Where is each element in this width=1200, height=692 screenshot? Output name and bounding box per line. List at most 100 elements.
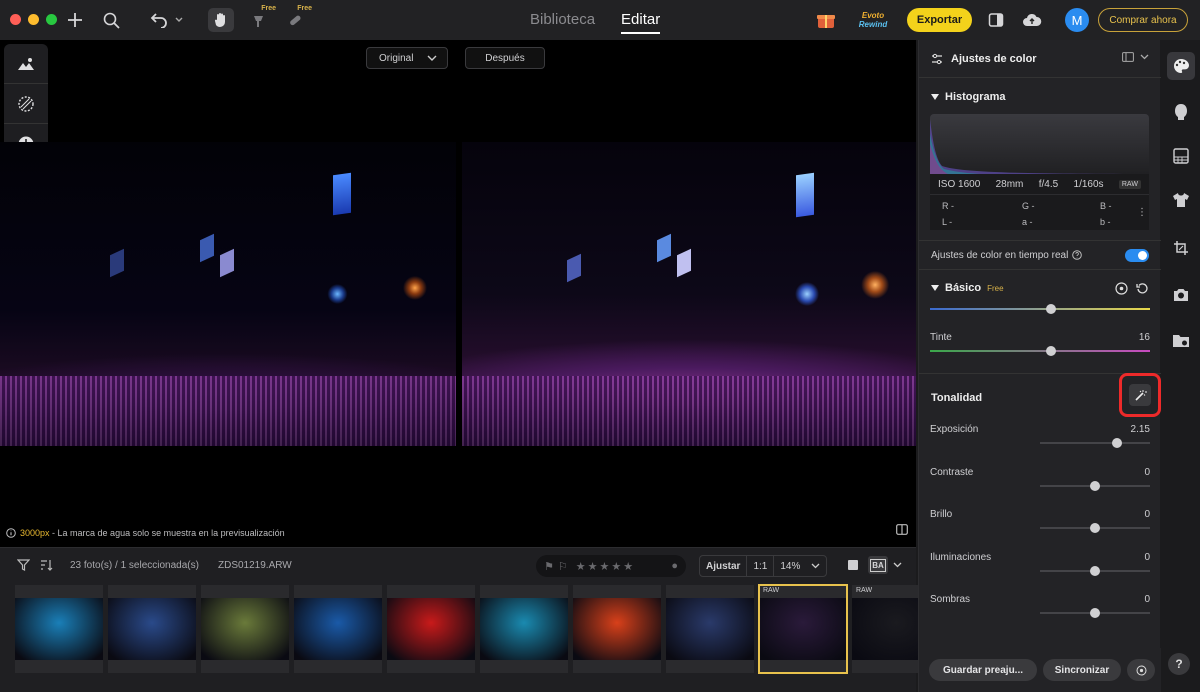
raw-tag: RAW xyxy=(856,587,873,594)
basic-section-toggle[interactable]: Básico Free xyxy=(931,282,1004,294)
triangle-down-icon xyxy=(931,285,939,291)
add-icon[interactable] xyxy=(64,8,86,32)
slider-knob[interactable] xyxy=(1090,608,1100,618)
slider-value[interactable]: 0 xyxy=(1144,467,1150,478)
mountain-tool-icon[interactable] xyxy=(4,44,48,84)
thumbnail[interactable] xyxy=(666,585,754,673)
help-icon[interactable] xyxy=(1072,250,1083,260)
split-view-icon[interactable] xyxy=(896,524,908,538)
more-icon[interactable]: ⋮ xyxy=(1137,207,1147,218)
thumbnail[interactable] xyxy=(294,585,382,673)
info-icon xyxy=(6,528,16,538)
star-rating[interactable]: ★★★★★ xyxy=(576,560,635,573)
before-after-view-button[interactable]: BA xyxy=(868,556,888,574)
slider-knob[interactable] xyxy=(1090,523,1100,533)
screen-light xyxy=(333,172,351,216)
hand-tool-icon[interactable] xyxy=(208,8,234,32)
color-label-icon[interactable]: ● xyxy=(671,560,678,572)
g-readout: G - xyxy=(1022,201,1035,211)
thumbnail[interactable] xyxy=(480,585,568,673)
evoto-rewind-button[interactable]: Evoto Rewind xyxy=(849,8,897,32)
compare-mode-value: Original xyxy=(379,52,414,64)
chevron-down-icon[interactable] xyxy=(891,557,903,573)
close-window-button[interactable] xyxy=(10,14,21,25)
slider-value[interactable]: 0 xyxy=(1144,552,1150,563)
one-to-one-button[interactable]: 1:1 xyxy=(747,556,775,576)
face-retouch-icon[interactable] xyxy=(1167,98,1195,126)
minimize-window-button[interactable] xyxy=(28,14,39,25)
compare-mode-select[interactable]: Original xyxy=(366,47,448,69)
after-button[interactable]: Después xyxy=(465,47,545,69)
slider-knob[interactable] xyxy=(1112,438,1122,448)
flag xyxy=(657,233,671,263)
tonality-title: Tonalidad xyxy=(931,392,983,404)
slider-knob[interactable] xyxy=(1090,565,1100,576)
texture-tool-icon[interactable] xyxy=(4,84,48,124)
search-icon[interactable] xyxy=(100,8,122,32)
save-preset-button[interactable]: Guardar preaju... xyxy=(929,659,1037,681)
thumbnail[interactable] xyxy=(108,585,196,673)
panel-layout-button[interactable] xyxy=(1122,52,1149,62)
sync-button[interactable]: Sincronizar xyxy=(1043,659,1121,681)
thumbnail-image xyxy=(294,598,382,660)
thumbnail[interactable]: RAW xyxy=(758,584,848,674)
folder-settings-icon[interactable] xyxy=(1167,326,1195,354)
thumbnail[interactable] xyxy=(15,585,103,673)
raw-badge: RAW xyxy=(1118,179,1141,189)
slider-value[interactable]: 0 xyxy=(1144,509,1150,520)
triangle-down-icon xyxy=(931,94,939,100)
auto-tone-button[interactable] xyxy=(1119,373,1161,417)
reset-icon[interactable] xyxy=(1136,282,1149,298)
thumbnail-strip: RAW RAW xyxy=(15,584,940,674)
slider-knob[interactable] xyxy=(1046,304,1056,314)
slider-knob[interactable] xyxy=(1046,346,1056,356)
clothing-icon[interactable] xyxy=(1167,186,1195,214)
flag-icon[interactable]: ⚑ xyxy=(544,560,554,573)
tint-value[interactable]: 16 xyxy=(1139,332,1150,343)
thumbnail[interactable] xyxy=(387,585,475,673)
rewind-line-1: Evoto xyxy=(861,11,885,20)
sort-icon[interactable] xyxy=(37,556,55,574)
crowd xyxy=(0,376,456,446)
avatar[interactable]: M xyxy=(1065,8,1089,32)
bandage-tool-icon[interactable]: Free xyxy=(284,5,312,32)
zoom-window-button[interactable] xyxy=(46,14,57,25)
help-button[interactable]: ? xyxy=(1168,653,1190,675)
preview-canvas[interactable]: Original Después 3000px - La marca de ag… xyxy=(0,40,916,547)
thumbnail[interactable] xyxy=(573,585,661,673)
realtime-adjust-row: Ajustes de color en tiempo real xyxy=(919,240,1161,270)
export-panel-icon[interactable] xyxy=(985,8,1007,32)
cloud-icon[interactable] xyxy=(1020,8,1044,32)
filter-icon[interactable] xyxy=(14,556,32,574)
tab-biblioteca[interactable]: Biblioteca xyxy=(530,11,595,34)
realtime-toggle[interactable] xyxy=(1125,249,1149,262)
histogram-section-toggle[interactable]: Histograma xyxy=(931,91,1006,103)
crop-icon[interactable] xyxy=(1167,234,1195,262)
retouch-tool-icon[interactable]: Free xyxy=(248,5,276,32)
slider-value[interactable]: 2.15 xyxy=(1131,424,1150,435)
slider-value[interactable]: 0 xyxy=(1144,594,1150,605)
eye-icon[interactable] xyxy=(1115,282,1128,298)
flag xyxy=(200,233,214,263)
flag-reject-icon[interactable]: ⚐ xyxy=(558,560,568,573)
slider-track xyxy=(930,304,1150,314)
slider-knob[interactable] xyxy=(1090,480,1100,491)
buy-now-button[interactable]: Comprar ahora xyxy=(1098,8,1188,32)
export-button[interactable]: Exportar xyxy=(907,8,972,32)
fit-button[interactable]: Ajustar xyxy=(700,556,748,576)
slider-track xyxy=(1040,523,1150,533)
palette-icon[interactable] xyxy=(1167,52,1195,80)
exif-info: ISO 1600 28mm f/4.5 1/160s RAW xyxy=(930,174,1149,194)
tab-editar[interactable]: Editar xyxy=(621,11,661,34)
thumbnail-image xyxy=(15,598,103,660)
slider-label: Brillo xyxy=(930,509,953,520)
undo-button[interactable] xyxy=(146,8,186,32)
zoom-select[interactable]: 14% xyxy=(774,556,826,576)
slider-label: Contraste xyxy=(930,466,974,478)
single-view-icon[interactable] xyxy=(845,557,861,573)
thumbnail[interactable] xyxy=(201,585,289,673)
gift-icon[interactable] xyxy=(814,8,838,32)
camera-icon[interactable] xyxy=(1167,280,1195,308)
sync-settings-icon[interactable] xyxy=(1127,659,1155,681)
background-icon[interactable] xyxy=(1167,142,1195,170)
